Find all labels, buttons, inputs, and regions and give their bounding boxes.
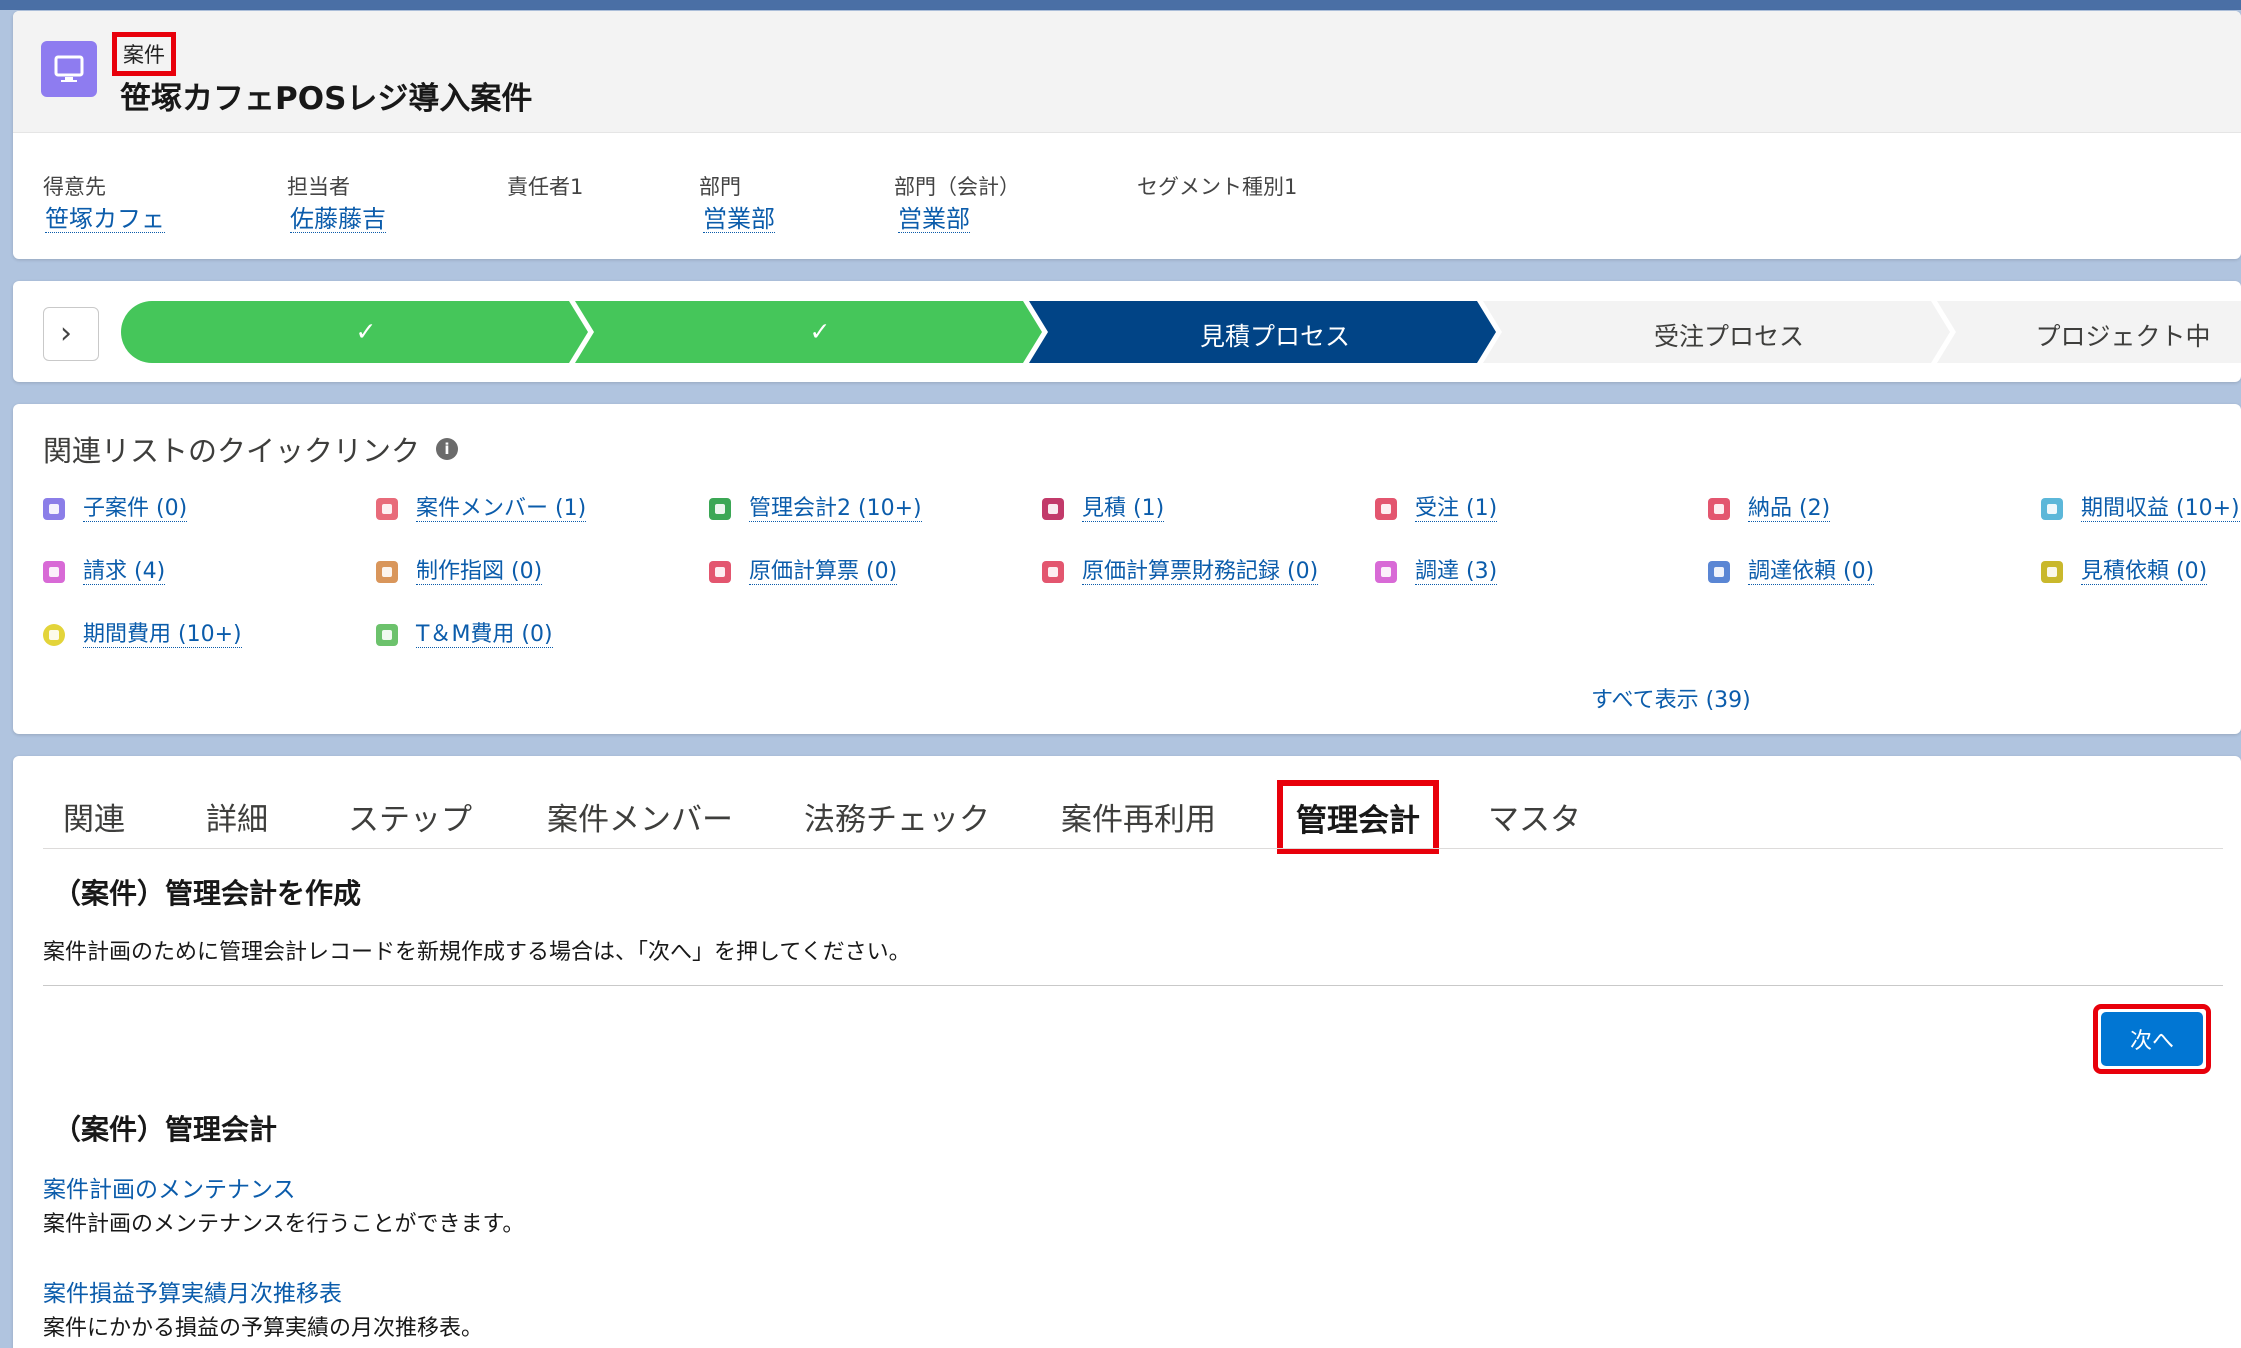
quote-request-icon (2041, 561, 2063, 583)
field-value-department[interactable]: 営業部 (703, 206, 775, 234)
quick-link-label[interactable]: 調達依頼 (0) (1748, 559, 1875, 586)
pl-budget-report-link[interactable]: 案件損益予算実績月次推移表 (43, 1274, 342, 1308)
period-revenue-icon (2041, 498, 2063, 520)
path-toggle-button[interactable]: › (43, 307, 99, 361)
sales-path: › ✓ ✓ 見積プロセス 受注プロセス プロジェクト中 (13, 281, 2241, 382)
field-label-customer: 得意先 (43, 175, 106, 199)
tab-master[interactable]: マスタ (1488, 794, 1581, 839)
child-opportunity-icon (43, 498, 65, 520)
management-accounting-icon (709, 498, 731, 520)
quick-link-label[interactable]: 管理会計2 (10+) (749, 496, 922, 523)
quick-link-label[interactable]: 納品 (2) (1748, 496, 1831, 523)
create-section-title: （案件）管理会計を作成 (53, 877, 362, 910)
work-order-icon (376, 561, 398, 583)
procurement-icon (1375, 561, 1397, 583)
field-label-department: 部門 (699, 175, 741, 199)
plan-maintenance-description: 案件計画のメンテナンスを行うことができます。 (43, 1212, 525, 1237)
quick-link-label[interactable]: 請求 (4) (83, 559, 166, 586)
cost-sheet-icon (709, 561, 731, 583)
quick-link-label[interactable]: 原価計算票 (0) (749, 559, 898, 586)
quick-link-label[interactable]: 受注 (1) (1415, 496, 1498, 523)
field-label-department-accounting: 部門（会計） (894, 175, 1020, 199)
path-stage-5-label: プロジェクト中 (2035, 322, 2211, 351)
field-value-department-accounting[interactable]: 営業部 (898, 206, 970, 234)
path-stage-1-label: ✓ (355, 317, 377, 346)
quick-links-title: 関連リストのクイックリンク (43, 434, 421, 468)
next-button[interactable]: 次へ (2101, 1012, 2203, 1066)
quick-link-label[interactable]: 見積 (1) (1082, 496, 1165, 523)
tab-management-accounting-label: 管理会計 (1296, 803, 1420, 839)
cost-record-icon (1042, 561, 1064, 583)
tab-steps[interactable]: ステップ (348, 794, 472, 839)
field-value-customer[interactable]: 笹塚カフェ (45, 206, 165, 234)
field-label-responsible: 責任者1 (507, 175, 584, 199)
quick-link-label[interactable]: 調達 (3) (1415, 559, 1498, 586)
order-icon (1375, 498, 1397, 520)
quick-link-label[interactable]: 期間費用 (10+) (83, 622, 242, 649)
plan-maintenance-link[interactable]: 案件計画のメンテナンス (43, 1170, 296, 1204)
tab-opportunity-members[interactable]: 案件メンバー (547, 794, 733, 839)
delivery-icon (1708, 498, 1730, 520)
pl-budget-report-description: 案件にかかる損益の予算実績の月次推移表。 (43, 1316, 484, 1341)
quick-link-label[interactable]: 原価計算票財務記録 (0) (1082, 559, 1319, 586)
tab-legal-check[interactable]: 法務チェック (804, 794, 990, 839)
path-stage-4-label: 受注プロセス (1653, 322, 1804, 351)
period-expense-icon (43, 624, 65, 646)
field-label-owner: 担当者 (287, 175, 350, 199)
quick-link-label[interactable]: 期間収益 (10+) (2081, 496, 2240, 523)
info-icon[interactable]: i (436, 438, 458, 460)
quick-link-label[interactable]: 案件メンバー (1) (416, 496, 587, 523)
path-stage-2-label: ✓ (809, 317, 831, 346)
field-value-owner[interactable]: 佐藤藤吉 (290, 206, 386, 234)
tab-opportunity-reuse[interactable]: 案件再利用 (1061, 794, 1216, 839)
quick-link-label[interactable]: 子案件 (0) (83, 496, 188, 523)
path-stage-3-label: 見積プロセス (1199, 322, 1350, 351)
show-all-link[interactable]: すべて表示 (39) (1591, 682, 1751, 714)
tm-expense-icon (376, 624, 398, 646)
invoice-icon (43, 561, 65, 583)
quick-link-label[interactable]: 見積依頼 (0) (2081, 559, 2208, 586)
tab-divider (43, 848, 2223, 849)
opportunity-icon (41, 41, 97, 97)
record-title: 笹塚カフェPOSレジ導入案件 (120, 81, 533, 117)
chevron-right-icon: › (60, 316, 72, 351)
procurement-request-icon (1708, 561, 1730, 583)
quick-link-label[interactable]: T＆M費用 (0) (416, 622, 553, 649)
tab-management-accounting[interactable]: 管理会計 (1277, 780, 1439, 854)
app-background-band (0, 0, 2241, 10)
related-list-quick-links: 関連リストのクイックリンク i 子案件 (0) 案件メンバー (1) 管理会計2… (13, 404, 2241, 734)
next-button-highlight: 次へ (2093, 1004, 2211, 1074)
section-divider (43, 985, 2223, 986)
field-label-segment: セグメント種別1 (1137, 175, 1298, 199)
record-header: 案件 笹塚カフェPOSレジ導入案件 得意先 笹塚カフェ 担当者 佐藤藤吉 責任者… (13, 11, 2241, 259)
object-label: 案件 (112, 32, 176, 76)
management-accounting-section-title: （案件）管理会計 (53, 1113, 278, 1146)
quote-icon (1042, 498, 1064, 520)
create-section-description: 案件計画のために管理会計レコードを新規作成する場合は、「次へ」を押してください。 (43, 940, 911, 965)
member-icon (376, 498, 398, 520)
tab-details[interactable]: 詳細 (206, 794, 268, 839)
tab-related[interactable]: 関連 (63, 794, 125, 839)
record-tabs-panel: 関連 詳細 ステップ 案件メンバー 法務チェック 案件再利用 管理会計 マスタ … (13, 756, 2241, 1348)
quick-link-label[interactable]: 制作指図 (0) (416, 559, 543, 586)
